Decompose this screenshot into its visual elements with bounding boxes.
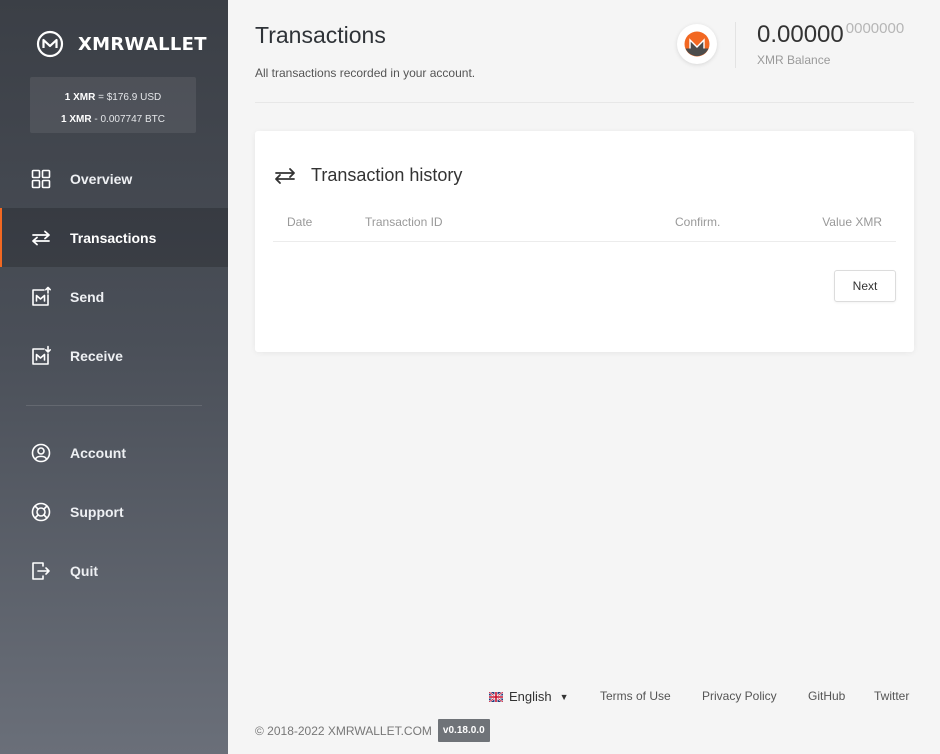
header-separator [735, 22, 736, 68]
version-badge: v0.18.0.0 [437, 719, 490, 742]
monero-logo [677, 24, 717, 64]
sidebar-item-quit[interactable]: Quit [0, 541, 228, 600]
sidebar-item-label: Overview [70, 170, 133, 187]
card-title: Transaction history [311, 165, 463, 185]
account-icon [30, 442, 52, 464]
balance-fraction: 0000000 [845, 20, 905, 37]
brand-name: XMRWALLET [78, 33, 207, 55]
copyright: © 2018-2022 XMRWALLET.COM v0.18.0.0 [255, 719, 490, 742]
sidebar-item-label: Transactions [70, 229, 157, 246]
language-label: English [509, 689, 552, 704]
copyright-text: © 2018-2022 XMRWALLET.COM [255, 723, 432, 738]
sidebar-item-overview[interactable]: Overview [0, 149, 228, 208]
sidebar-item-account[interactable]: Account [0, 423, 228, 482]
sidebar-item-send[interactable]: Send [0, 267, 228, 326]
rate-usd: 1 XMR = $176.9 USD [64, 92, 162, 103]
uk-flag-icon [489, 691, 503, 702]
sidebar-item-label: Account [70, 444, 126, 461]
receive-icon [30, 345, 52, 367]
column-header-date[interactable]: Date [287, 215, 312, 229]
main-content: Transactions All transactions recorded i… [228, 0, 940, 754]
swap-arrows-icon [30, 227, 52, 249]
page-title: Transactions [255, 22, 386, 48]
transaction-history-card: Transaction history Date Transaction ID … [255, 131, 914, 352]
sidebar-item-label: Quit [70, 562, 98, 579]
sidebar: XMRWALLET 1 XMR = $176.9 USD 1 XMR - 0.0… [0, 0, 228, 754]
github-link[interactable]: GitHub [808, 689, 845, 703]
twitter-link[interactable]: Twitter [874, 689, 909, 703]
header-divider [255, 102, 914, 103]
grid-icon [30, 168, 52, 190]
card-header: Transaction history [273, 165, 462, 186]
sidebar-item-label: Send [70, 288, 105, 305]
sidebar-item-receive[interactable]: Receive [0, 326, 228, 385]
swap-arrows-icon [275, 167, 295, 184]
column-header-confirm[interactable]: Confirm. [675, 215, 720, 229]
brand-logo[interactable]: XMRWALLET [36, 30, 207, 58]
balance-amount: 0.00000 0000000 [757, 20, 905, 48]
monero-icon [684, 31, 710, 57]
nav-divider [26, 405, 202, 406]
terms-link[interactable]: Terms of Use [600, 689, 671, 703]
rate-btc: 1 XMR - 0.007747 BTC [61, 114, 165, 125]
sidebar-item-transactions[interactable]: Transactions [0, 208, 228, 267]
lifebuoy-icon [30, 501, 52, 523]
sidebar-item-label: Support [70, 503, 124, 520]
privacy-link[interactable]: Privacy Policy [702, 689, 777, 703]
monero-outline-icon [36, 30, 64, 58]
sidebar-item-label: Receive [70, 347, 123, 364]
language-selector[interactable]: English ▼ [489, 689, 569, 704]
table-divider [273, 241, 896, 242]
sidebar-item-support[interactable]: Support [0, 482, 228, 541]
exchange-rates: 1 XMR = $176.9 USD 1 XMR - 0.007747 BTC [30, 77, 196, 133]
column-header-value[interactable]: Value XMR [822, 215, 882, 229]
balance-label: XMR Balance [757, 53, 831, 67]
sidebar-nav: Overview Transactions Send Receive Accou… [0, 149, 228, 600]
send-icon [30, 286, 52, 308]
page-subtitle: All transactions recorded in your accoun… [255, 66, 476, 80]
caret-down-icon: ▼ [559, 691, 569, 702]
logout-icon [30, 560, 52, 582]
column-header-transaction-id[interactable]: Transaction ID [365, 215, 443, 229]
next-button[interactable]: Next [834, 270, 896, 302]
